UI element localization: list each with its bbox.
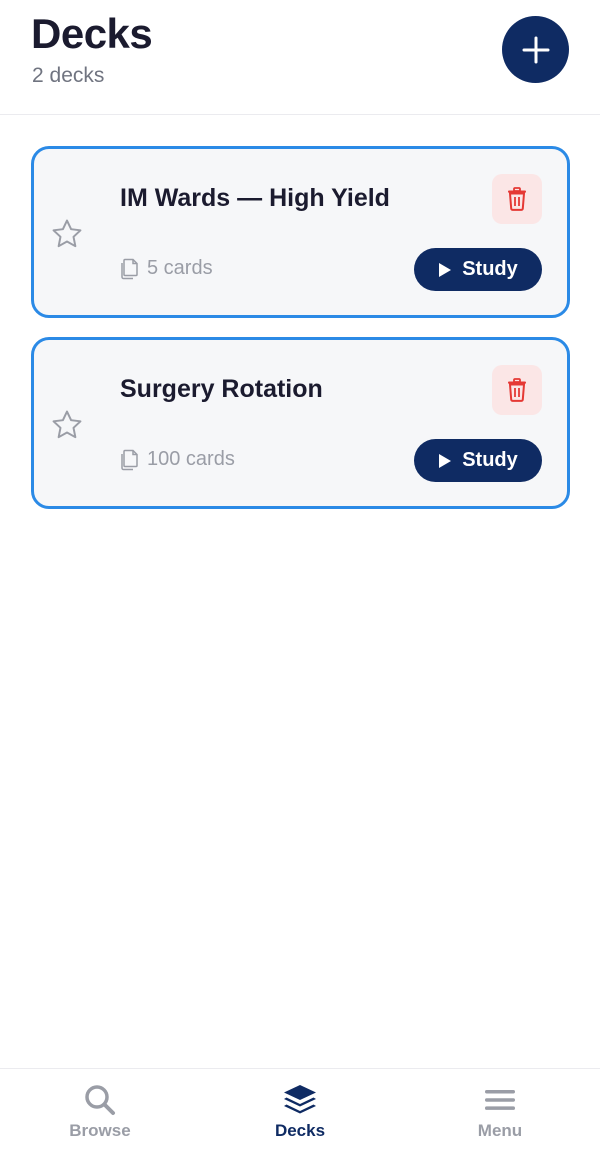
bottom-nav: Browse Decks Menu	[0, 1068, 600, 1151]
play-icon	[439, 262, 452, 277]
deck-list: IM Wards — High Yield 5 cards Study Surg…	[31, 146, 570, 528]
deck-meta: 5 cards	[120, 257, 213, 280]
header: Decks 2 decks	[0, 0, 600, 115]
deck-title: IM Wards — High Yield	[120, 184, 390, 212]
nav-item-menu[interactable]: Menu	[400, 1069, 600, 1151]
layers-icon	[284, 1085, 316, 1114]
nav-label: Browse	[69, 1121, 131, 1140]
nav-label: Decks	[274, 1121, 326, 1140]
deck-title: Surgery Rotation	[120, 375, 323, 403]
deck-count: 2 decks	[32, 64, 105, 87]
play-icon	[439, 453, 452, 468]
cards-icon	[121, 449, 138, 470]
deck-meta: 100 cards	[120, 448, 235, 471]
deck-card-count: 100 cards	[147, 448, 235, 470]
study-button[interactable]: Study	[414, 248, 542, 291]
deck-card[interactable]: Surgery Rotation 100 cards Study	[31, 337, 570, 509]
page-title: Decks	[31, 10, 153, 57]
nav-item-decks[interactable]: Decks	[200, 1069, 400, 1151]
search-icon	[85, 1085, 115, 1115]
study-button-label: Study	[462, 449, 518, 471]
deck-card-count: 5 cards	[147, 257, 213, 279]
hamburger-menu-icon	[485, 1090, 515, 1110]
delete-deck-button[interactable]	[492, 174, 542, 224]
plus-icon	[522, 36, 549, 63]
trash-icon	[508, 378, 526, 402]
cards-icon	[121, 258, 138, 279]
deck-card[interactable]: IM Wards — High Yield 5 cards Study	[31, 146, 570, 318]
add-deck-button[interactable]	[502, 16, 569, 83]
trash-icon	[508, 187, 526, 211]
nav-item-browse[interactable]: Browse	[0, 1069, 200, 1151]
star-icon[interactable]	[50, 217, 84, 251]
star-icon[interactable]	[50, 408, 84, 442]
delete-deck-button[interactable]	[492, 365, 542, 415]
study-button-label: Study	[462, 258, 518, 280]
study-button[interactable]: Study	[414, 439, 542, 482]
nav-label: Menu	[477, 1121, 523, 1140]
